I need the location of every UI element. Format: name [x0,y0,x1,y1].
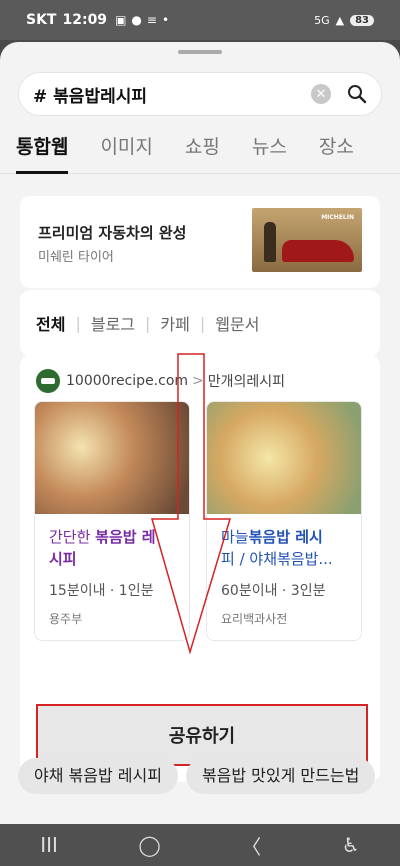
system-icons: 5G ▲ 83 [314,14,374,27]
share-button[interactable]: 공유하기 [36,704,368,766]
tab-news[interactable]: 뉴스 [252,128,287,173]
gallery-icon: ▣ [115,13,127,27]
message-icon: ≡ [146,13,157,27]
search-icon[interactable] [347,84,367,104]
recent-apps-button[interactable]: III [40,833,58,857]
source-header[interactable]: 10000recipe.com > 만개의레시피 [36,369,285,393]
recipe-title[interactable]: 마늘볶음밥 레시 피 / 야채볶음밥... [207,514,361,570]
results-card: 10000recipe.com > 만개의레시피 간단한 볶음밥 레 시피 15분… [20,355,380,782]
divider: | [75,313,81,333]
tab-images[interactable]: 이미지 [100,128,152,173]
home-button[interactable]: ◯ [138,833,160,857]
chat-icon: ● [131,13,142,27]
carrier-label: SKT [26,12,57,28]
tab-places[interactable]: 장소 [319,128,354,173]
filter-blog[interactable]: 블로그 [91,311,135,335]
filter-bar: 전체 | 블로그 | 카페 | 웹문서 [20,290,380,356]
dot-icon: • [161,13,170,27]
status-bar: SKT 12:09 ▣ ● ≡ • 5G ▲ 83 [0,0,400,40]
divider: | [145,313,151,333]
network-label: 5G [314,13,330,27]
drag-handle[interactable] [178,50,222,54]
search-query[interactable]: # 볶음밥레시피 [33,82,311,107]
filter-webdoc[interactable]: 웹문서 [215,311,259,335]
ad-person-figure [264,222,276,262]
ad-car-figure [282,240,354,262]
recipe-author: 용주부 [49,612,83,626]
site-logo-icon [36,369,60,393]
search-tabs: 통합웹 이미지 쇼핑 뉴스 장소 [0,128,400,174]
search-bar[interactable]: # 볶음밥레시피 ✕ [18,72,382,116]
tab-shopping[interactable]: 쇼핑 [185,128,220,173]
recipe-meta: 15분이내 · 1인분 [49,583,154,599]
recipe-card[interactable]: 간단한 볶음밥 레 시피 15분이내 · 1인분 용주부 [34,401,190,641]
battery-icon: 83 [350,14,374,26]
notification-icons: ▣ ● ≡ • [115,13,169,27]
recipe-title[interactable]: 간단한 볶음밥 레 시피 [35,514,189,570]
clock: 12:09 [62,12,108,28]
divider: | [199,313,206,333]
recipe-card[interactable]: 마늘볶음밥 레시 피 / 야채볶음밥... 60분이내 · 3인분 요리백과사전 [206,401,362,641]
ad-subtitle: 미쉐린 타이어 [38,250,114,265]
recipe-author: 요리백과사전 [221,612,288,626]
related-chip[interactable]: 야채 볶음밥 레시피 [18,758,178,794]
bottom-sheet: # 볶음밥레시피 ✕ 통합웹 이미지 쇼핑 뉴스 장소 프리미엄 자동차의 완성… [0,42,400,824]
site-name: 10000recipe.com [66,373,189,389]
ad-title: 프리미엄 자동차의 완성 [38,224,187,242]
system-nav-bar: III ◯ 〈 ♿ [0,824,400,866]
filter-all[interactable]: 전체 [36,311,65,335]
recipe-thumbnail [207,402,361,514]
tab-integrated[interactable]: 통합웹 [16,128,69,174]
ad-brand-logo: MICHELIN [321,214,354,221]
related-searches: 야채 볶음밥 레시피 볶음밥 맛있게 만드는법 [18,758,376,794]
ad-image: MICHELIN [252,208,362,272]
accessibility-icon[interactable]: ♿ [342,833,360,857]
signal-icon: ▲ [335,13,345,27]
clear-icon[interactable]: ✕ [311,84,331,104]
breadcrumb-separator: > [192,373,204,389]
recipe-thumbnail [35,402,189,514]
related-chip[interactable]: 볶음밥 맛있게 만드는법 [185,758,376,794]
recipe-meta: 60분이내 · 3인분 [221,583,326,599]
site-section: 만개의레시피 [207,374,286,390]
back-button[interactable]: 〈 [241,831,261,860]
ad-card[interactable]: 프리미엄 자동차의 완성 미쉐린 타이어 MICHELIN [20,196,380,288]
filter-cafe[interactable]: 카페 [160,311,189,335]
